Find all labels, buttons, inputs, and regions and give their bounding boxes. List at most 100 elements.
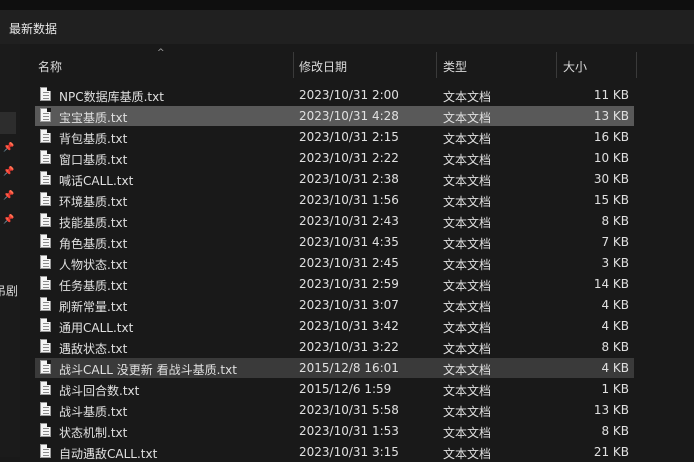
text-file-icon [40,129,51,143]
file-row[interactable]: 通用CALL.txt 2023/10/31 3:42 文本文档 4 KB [35,316,634,336]
file-type: 文本文档 [443,342,492,356]
file-modified-date: 2023/10/31 2:38 [299,172,399,186]
file-size: 11 KB [593,88,629,102]
file-row[interactable]: 环境基质.txt 2023/10/31 1:56 文本文档 15 KB [35,190,634,210]
sort-ascending-icon: ^ [157,48,165,58]
file-name: 战斗回合数.txt [59,384,140,398]
file-row[interactable]: 状态机制.txt 2023/10/31 1:53 文本文档 8 KB [35,421,634,441]
file-row[interactable]: 遇敌状态.txt 2023/10/31 3:22 文本文档 8 KB [35,337,634,357]
file-row[interactable]: 人物状态.txt 2023/10/31 2:45 文本文档 3 KB [35,253,634,273]
file-size: 4 KB [601,361,629,375]
file-type: 文本文档 [443,384,492,398]
file-type: 文本文档 [443,279,492,293]
pin-icon[interactable]: 📌 [3,142,14,154]
pin-icon[interactable]: 📌 [3,190,14,202]
text-file-icon [40,234,51,248]
file-row[interactable]: NPC数据库基质.txt 2023/10/31 2:00 文本文档 11 KB [35,85,634,105]
file-type: 文本文档 [443,447,492,461]
text-file-icon [40,318,51,332]
file-modified-date: 2023/10/31 4:28 [299,109,399,123]
file-name: 环境基质.txt [59,195,128,209]
file-modified-date: 2023/10/31 2:15 [299,130,399,144]
text-file-icon [40,213,51,227]
text-file-icon [40,87,51,101]
file-modified-date: 2015/12/8 16:01 [299,361,399,375]
file-list-pane: ^ 名称 修改日期 类型 大小 NPC数据库基质.txt 2023/10/31 2… [20,44,694,461]
file-name: 喊话CALL.txt [59,174,134,188]
column-header-date[interactable]: 修改日期 [299,58,347,75]
file-modified-date: 2023/10/31 2:22 [299,151,399,165]
file-name: 状态机制.txt [59,426,128,440]
file-row[interactable]: 战斗CALL 没更新 看战斗基质.txt 2015/12/8 16:01 文本文档 4… [35,358,634,378]
text-file-icon [40,150,51,164]
file-size: 13 KB [593,403,629,417]
file-row[interactable]: 战斗基质.txt 2023/10/31 5:58 文本文档 13 KB [35,400,634,420]
file-type: 文本文档 [443,195,492,209]
file-size: 1 KB [601,382,629,396]
column-header-name[interactable]: 名称 [38,58,62,75]
file-name: 战斗CALL 没更新 看战斗基质.txt [59,363,237,377]
file-row[interactable]: 角色基质.txt 2023/10/31 4:35 文本文档 7 KB [35,232,634,252]
file-modified-date: 2023/10/31 2:59 [299,277,399,291]
file-modified-date: 2023/10/31 2:45 [299,256,399,270]
nav-selected-item[interactable] [0,112,16,134]
file-modified-date: 2023/10/31 5:58 [299,403,399,417]
text-file-icon [40,192,51,206]
window-top-strip [0,0,694,10]
pin-icon[interactable]: 📌 [3,214,14,226]
file-row[interactable]: 自动遇敌CALL.txt 2023/10/31 3:15 文本文档 21 KB [35,442,634,462]
column-divider[interactable] [436,52,437,78]
file-size: 10 KB [593,151,629,165]
file-type: 文本文档 [443,153,492,167]
text-file-icon [40,444,51,458]
file-row[interactable]: 技能基质.txt 2023/10/31 2:43 文本文档 8 KB [35,211,634,231]
file-size: 4 KB [601,319,629,333]
file-type: 文本文档 [443,426,492,440]
text-file-icon [40,276,51,290]
file-name: 刷新常量.txt [59,300,128,314]
window-title: 最新数据 [9,22,58,36]
file-row[interactable]: 窗口基质.txt 2023/10/31 2:22 文本文档 10 KB [35,148,634,168]
column-header-size[interactable]: 大小 [563,58,587,75]
nav-item-label[interactable]: 吊剧 [0,282,18,299]
file-size: 13 KB [593,109,629,123]
file-size: 14 KB [593,277,629,291]
file-size: 8 KB [601,424,629,438]
file-name: 角色基质.txt [59,237,128,251]
file-type: 文本文档 [443,363,492,377]
file-type: 文本文档 [443,237,492,251]
text-file-icon [40,339,51,353]
file-name: 任务基质.txt [59,279,128,293]
file-name: 背包基质.txt [59,132,128,146]
text-file-icon [40,171,51,185]
file-modified-date: 2023/10/31 1:53 [299,424,399,438]
file-type: 文本文档 [443,174,492,188]
column-header-row: ^ 名称 修改日期 类型 大小 [20,44,694,80]
file-modified-date: 2023/10/31 2:00 [299,88,399,102]
file-size: 30 KB [593,172,629,186]
file-size: 7 KB [601,235,629,249]
file-modified-date: 2015/12/6 1:59 [299,382,392,396]
column-divider[interactable] [556,52,557,78]
column-divider[interactable] [636,52,637,78]
text-file-icon [40,381,51,395]
file-row[interactable]: 喊话CALL.txt 2023/10/31 2:38 文本文档 30 KB [35,169,634,189]
file-name: 窗口基质.txt [59,153,128,167]
text-file-icon [40,423,51,437]
file-type: 文本文档 [443,216,492,230]
file-size: 4 KB [601,298,629,312]
column-header-type[interactable]: 类型 [443,58,467,75]
file-name: 技能基质.txt [59,216,128,230]
file-size: 16 KB [593,130,629,144]
file-name: 宝宝基质.txt [59,111,128,125]
file-modified-date: 2023/10/31 3:42 [299,319,399,333]
file-name: 自动遇敌CALL.txt [59,447,158,461]
file-row[interactable]: 战斗回合数.txt 2015/12/6 1:59 文本文档 1 KB [35,379,634,399]
pin-icon[interactable]: 📌 [3,166,14,178]
file-row[interactable]: 任务基质.txt 2023/10/31 2:59 文本文档 14 KB [35,274,634,294]
column-divider[interactable] [293,52,294,78]
file-row[interactable]: 背包基质.txt 2023/10/31 2:15 文本文档 16 KB [35,127,634,147]
file-type: 文本文档 [443,321,492,335]
file-row[interactable]: 宝宝基质.txt 2023/10/31 4:28 文本文档 13 KB [35,106,634,126]
file-row[interactable]: 刷新常量.txt 2023/10/31 3:07 文本文档 4 KB [35,295,634,315]
